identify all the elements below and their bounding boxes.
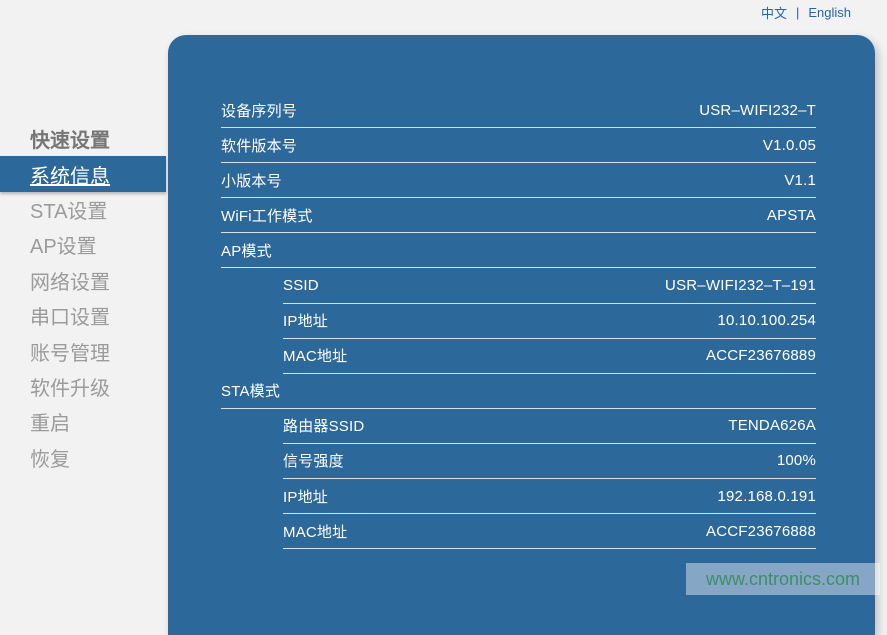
info-row: 小版本号 V1.1 <box>221 163 816 198</box>
section-title: AP模式 <box>221 240 272 261</box>
sidebar-item-label: 重启 <box>30 407 70 436</box>
sidebar-item-restart[interactable]: 重启 <box>0 404 166 439</box>
content-panel: 设备序列号 USR–WIFI232–T 软件版本号 V1.0.05 小版本号 V1.1 Wi… <box>168 35 875 635</box>
sidebar-item-firmware-upgrade[interactable]: 软件升级 <box>0 369 166 404</box>
row-value: 192.168.0.191 <box>717 488 816 505</box>
info-row: WiFi工作模式 APSTA <box>221 198 816 233</box>
info-row: 设备序列号 USR–WIFI232–T <box>221 93 816 128</box>
sidebar-item-label: 软件升级 <box>30 372 110 401</box>
sidebar-item-network-settings[interactable]: 网络设置 <box>0 263 166 298</box>
row-label: MAC地址 <box>283 345 347 366</box>
language-separator: | <box>796 5 799 20</box>
section-header-row: STA模式 <box>221 374 816 409</box>
row-label: 路由器SSID <box>283 415 364 436</box>
language-bar: 中文 | English <box>761 3 851 22</box>
language-link-english[interactable]: English <box>808 5 851 20</box>
sidebar-item-ap-settings[interactable]: AP设置 <box>0 227 166 262</box>
row-value: V1.1 <box>784 172 816 189</box>
row-value: USR–WIFI232–T <box>699 102 816 119</box>
sidebar-item-label: 账号管理 <box>30 337 110 366</box>
watermark: www.cntronics.com <box>686 563 880 595</box>
info-row: 信号强度 100% <box>283 444 816 479</box>
row-value: TENDA626A <box>728 417 816 434</box>
sidebar-item-label: 串口设置 <box>30 301 110 330</box>
row-label: WiFi工作模式 <box>221 205 313 226</box>
row-label: 软件版本号 <box>221 135 297 156</box>
section-title: STA模式 <box>221 380 280 401</box>
row-value: 10.10.100.254 <box>717 312 816 329</box>
sidebar-item-serial-settings[interactable]: 串口设置 <box>0 298 166 333</box>
info-row: SSID USR–WIFI232–T–191 <box>283 268 816 303</box>
row-value: APSTA <box>767 207 816 224</box>
sidebar-nav: 快速设置系统信息 STA设置 AP设置网络设置串口设置账号管理软件升级重启恢复 <box>0 121 166 475</box>
row-value: ACCF23676888 <box>706 523 816 540</box>
sidebar-item-label: 恢复 <box>30 443 70 472</box>
info-row: 路由器SSID TENDA626A <box>283 409 816 444</box>
sidebar-item-label: 快速设置 <box>30 124 110 153</box>
row-label: IP地址 <box>283 486 328 507</box>
info-row: IP地址 10.10.100.254 <box>283 304 816 339</box>
info-row: IP地址 192.168.0.191 <box>283 479 816 514</box>
row-value: V1.0.05 <box>763 137 816 154</box>
language-link-chinese[interactable]: 中文 <box>761 3 787 22</box>
sidebar-item-label: AP设置 <box>30 230 97 259</box>
sidebar-item-sta-settings[interactable]: STA设置 <box>0 192 166 227</box>
page: { "language_bar": { "chinese_label": "中文… <box>0 0 887 595</box>
row-value: USR–WIFI232–T–191 <box>665 277 816 294</box>
row-label: 信号强度 <box>283 450 344 471</box>
info-row: MAC地址 ACCF23676888 <box>283 514 816 549</box>
row-label: 小版本号 <box>221 170 282 191</box>
info-row: 软件版本号 V1.0.05 <box>221 128 816 163</box>
row-label: 设备序列号 <box>221 100 297 121</box>
info-row: MAC地址 ACCF23676889 <box>283 339 816 374</box>
row-value: ACCF23676889 <box>706 347 816 364</box>
section-header-row: AP模式 <box>221 233 816 268</box>
watermark-text: www.cntronics.com <box>706 569 860 590</box>
row-label: IP地址 <box>283 310 328 331</box>
sidebar-item-restore[interactable]: 恢复 <box>0 440 166 475</box>
sidebar-item-system-info[interactable]: 系统信息 <box>0 156 166 191</box>
sidebar-item-label: STA设置 <box>30 195 107 224</box>
sidebar-item-account-management[interactable]: 账号管理 <box>0 333 166 368</box>
system-info-table: 设备序列号 USR–WIFI232–T 软件版本号 V1.0.05 小版本号 V1.1 Wi… <box>168 35 875 549</box>
row-label: MAC地址 <box>283 521 347 542</box>
row-label: SSID <box>283 277 319 294</box>
sidebar-item-label: 网络设置 <box>30 266 110 295</box>
sidebar-item-label: 系统信息 <box>30 160 110 189</box>
row-value: 100% <box>777 452 816 469</box>
sidebar-item-quick-setup[interactable]: 快速设置 <box>0 121 166 156</box>
